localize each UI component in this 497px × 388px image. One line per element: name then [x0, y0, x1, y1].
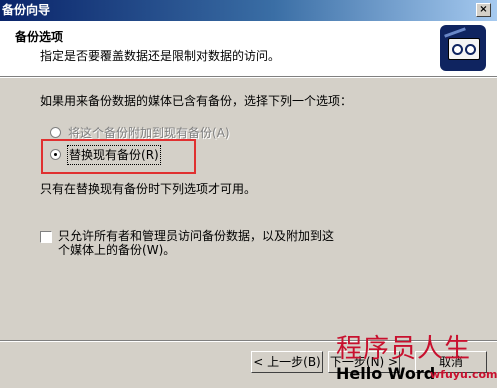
- back-button[interactable]: < 上一步(B): [251, 351, 323, 373]
- info-text: 只有在替换现有备份时下列选项才可用。: [40, 182, 257, 196]
- page-subtitle: 指定是否要覆盖数据还是限制对数据的访问。: [40, 49, 281, 63]
- restrict-access-line1: 只允许所有者和管理员访问备份数据，以及附加到这: [58, 229, 335, 243]
- append-accel: (A): [212, 126, 230, 140]
- append-radio[interactable]: [50, 127, 61, 138]
- page-title: 备份选项: [15, 30, 64, 44]
- watermark-en: Hello Word: [336, 364, 436, 383]
- highlight-box: [41, 139, 196, 174]
- wizard-header: 备份选项 指定是否要覆盖数据还是限制对数据的访问。: [0, 21, 497, 78]
- backup-tape-icon: [440, 25, 486, 71]
- watermark-cn: 程序员人生: [336, 334, 472, 364]
- restrict-access-checkbox[interactable]: [40, 231, 52, 243]
- watermark-url: wfuyu.com: [430, 368, 497, 381]
- restrict-access-line2: 个媒体上的备份: [58, 243, 143, 257]
- close-icon[interactable]: ×: [476, 3, 491, 17]
- title-bar: 备份向导 ×: [0, 0, 497, 21]
- window-title: 备份向导: [2, 3, 51, 17]
- options-prompt: 如果用来备份数据的媒体已含有备份，选择下列一个选项：: [40, 94, 353, 108]
- restrict-access-label: 只允许所有者和管理员访问备份数据，以及附加到这 个媒体上的备份(W)。: [58, 229, 358, 257]
- append-label: 将这个备份附加到现有备份: [68, 126, 213, 140]
- restrict-access-accel: (W)。: [142, 243, 176, 257]
